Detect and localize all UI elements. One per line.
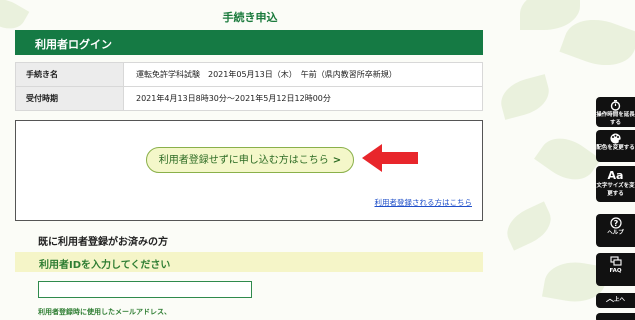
help-button[interactable]: ? ヘルプ [596, 214, 635, 247]
registered-user-heading: 既に利用者登録がお済みの方 [38, 237, 168, 248]
change-color-button[interactable]: 配色を変更する [596, 130, 635, 162]
table-row: 手続き名 運転免許学科試験 2021年05月13日（木） 午前（県内教習所卒新規… [15, 62, 483, 87]
palette-icon [596, 133, 635, 144]
procedure-info-table: 手続き名 運転免許学科試験 2021年05月13日（木） 午前（県内教習所卒新規… [15, 62, 483, 111]
font-size-icon: Aa [607, 169, 624, 182]
change-font-size-button[interactable]: Aa 文字サイズを変更する [596, 166, 635, 202]
apply-choice-box: 利用者登録せずに申し込む方はこちら > 利用者登録される方はこちら [15, 120, 483, 221]
faq-label: FAQ [609, 268, 622, 274]
page-title: 手続き申込 [222, 11, 278, 24]
extend-time-button[interactable]: 操作時間を延長する [596, 97, 635, 127]
procedure-name-label: 手続き名 [15, 62, 124, 87]
extra-panel-button[interactable] [596, 313, 635, 320]
register-user-link[interactable]: 利用者登録される方はこちら [375, 197, 473, 208]
table-row: 受付時期 2021年4月13日8時30分～2021年5月12日12時00分 [15, 86, 483, 111]
chevron-right-icon: > [332, 154, 342, 166]
help-icon: ? [596, 217, 635, 229]
procedure-name-value: 運転免許学科試験 2021年05月13日（木） 午前（県内教習所卒新規） [123, 62, 483, 87]
svg-text:?: ? [613, 219, 618, 228]
apply-without-registration-label: 利用者登録せずに申し込む方はこちら [158, 154, 329, 166]
extend-time-label: 操作時間を延長する [596, 112, 635, 126]
user-id-note: 利用者登録時に使用したメールアドレス、 [38, 308, 171, 316]
back-to-top-button[interactable]: ︿上へ [596, 293, 635, 308]
red-arrow-icon [362, 144, 418, 172]
help-label: ヘルプ [607, 230, 624, 236]
reception-period-label: 受付時期 [15, 86, 124, 111]
reception-period-value: 2021年4月13日8時30分～2021年5月12日12時00分 [123, 86, 483, 111]
change-color-label: 配色を変更する [596, 145, 635, 151]
change-font-size-label: 文字サイズを変更する [596, 183, 635, 197]
timer-icon [596, 100, 635, 111]
login-section-title: 利用者ログイン [15, 30, 483, 55]
back-to-top-label: 上へ [613, 297, 625, 303]
user-id-prompt-bar: 利用者IDを入力してください [15, 252, 483, 272]
user-id-input[interactable] [38, 281, 252, 298]
apply-without-registration-button[interactable]: 利用者登録せずに申し込む方はこちら > [146, 147, 354, 173]
faq-icon [596, 256, 635, 267]
faq-button[interactable]: FAQ [596, 253, 635, 286]
chevron-up-icon: ︿ [605, 294, 614, 303]
